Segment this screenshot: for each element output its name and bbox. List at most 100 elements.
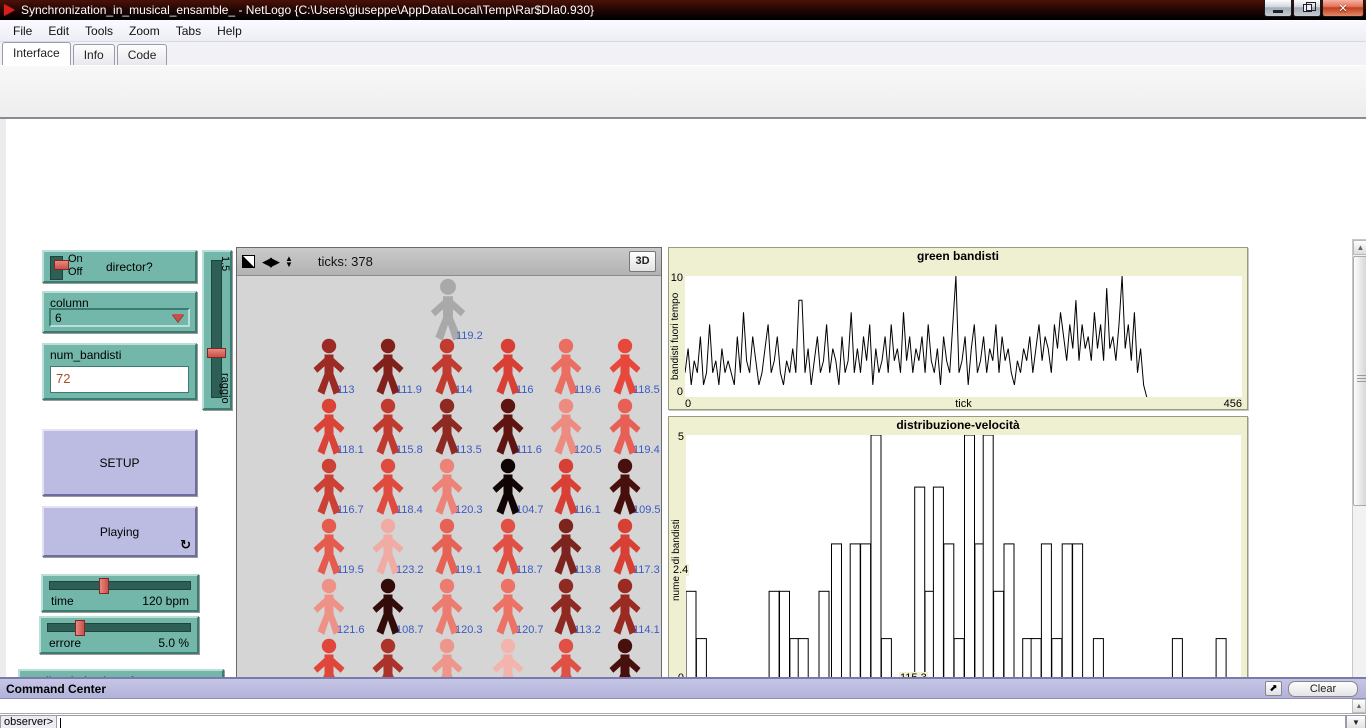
raggio-label: raggio — [219, 373, 231, 404]
person-tempo-label: 115.8 — [396, 444, 423, 456]
histogram-bar — [819, 591, 829, 686]
chooser-value: 6 — [55, 311, 62, 325]
ticks-counter: ticks: 378 — [318, 254, 373, 269]
command-input[interactable] — [57, 715, 1346, 728]
histogram-bar — [983, 435, 993, 686]
plot-title: distribuzione-velocità — [669, 418, 1247, 432]
playing-button[interactable]: Playing ↻ — [42, 506, 197, 557]
plot-distribuzione-velocita: distribuzione-velocità numero di bandist… — [668, 416, 1248, 705]
vertical-scrollbar[interactable]: ▲ ▼ — [1352, 239, 1366, 728]
switch-track[interactable] — [50, 256, 63, 280]
person-tempo-label: 113.2 — [574, 624, 601, 636]
person-tempo-label: 123.2 — [396, 564, 424, 576]
y-axis-label: bandisti fuori tempo — [670, 276, 681, 397]
switch-off-label: Off — [68, 266, 82, 278]
netlogo-app-icon — [4, 4, 15, 16]
menu-item-edit[interactable]: Edit — [41, 22, 76, 40]
raggio-slider[interactable]: 1.5 raggio — [202, 250, 232, 410]
command-center-header: Command Center ⬈ Clear — [0, 679, 1366, 699]
person-tempo-label: 117.3 — [633, 564, 660, 576]
thumb-grip — [1357, 375, 1366, 376]
line-series — [685, 276, 1242, 397]
person-tempo-label: 118.1 — [337, 444, 364, 456]
menu-item-help[interactable]: Help — [210, 22, 249, 40]
minimize-button[interactable] — [1264, 0, 1292, 17]
column-chooser[interactable]: column 6 — [42, 291, 197, 333]
errore-label: errore — [49, 636, 81, 650]
slider-knob[interactable] — [99, 578, 109, 594]
switch-name: director? — [106, 260, 153, 274]
slider-knob[interactable] — [207, 348, 226, 358]
histogram-bar — [832, 544, 842, 686]
histogram-bar — [1062, 544, 1072, 686]
switch-knob[interactable] — [54, 260, 69, 270]
menu-item-tools[interactable]: Tools — [78, 22, 120, 40]
histogram-bar — [686, 591, 696, 686]
time-label: time — [51, 594, 74, 608]
3d-button[interactable]: 3D — [629, 251, 656, 272]
errore-value: 5.0 % — [158, 636, 189, 650]
plot-area — [686, 435, 1241, 686]
histogram-bar — [933, 487, 943, 686]
resize-horizontal-icon[interactable]: ◀▶ — [262, 255, 278, 268]
close-button[interactable]: ✕ — [1322, 0, 1364, 17]
menu-bar: FileEditToolsZoomTabsHelp — [0, 20, 1366, 42]
menu-item-tabs[interactable]: Tabs — [169, 22, 208, 40]
x-axis-label: tick — [685, 398, 1242, 410]
scrollbar-thumb[interactable] — [1353, 256, 1366, 506]
annotation-y: 2.4 — [672, 564, 689, 576]
menu-item-file[interactable]: File — [6, 22, 39, 40]
command-input-row: observer> ▼ — [0, 715, 1366, 728]
world-canvas[interactable]: 119.2113111.9114116119.6118.5118.1115.81… — [237, 276, 661, 728]
person-tempo-label: 118.7 — [516, 564, 543, 576]
setup-button[interactable]: SETUP — [42, 429, 197, 496]
world-view-header: ◀▶ ▲▼ ticks: 378 3D — [237, 248, 661, 276]
command-output[interactable]: ▲ — [0, 699, 1366, 714]
person-tempo-label: 120.3 — [455, 504, 483, 516]
person-tempo-label: 120.5 — [574, 444, 602, 456]
person-tempo-label: 116.7 — [337, 504, 364, 516]
histogram-bar — [780, 591, 790, 686]
director-switch[interactable]: On Off director? — [42, 250, 197, 283]
resize-diagonal-icon[interactable] — [242, 255, 255, 268]
person-tempo-label: 118.5 — [633, 384, 660, 396]
num-bandisti-field[interactable]: 72 — [50, 366, 189, 393]
input-label: num_bandisti — [50, 348, 121, 362]
menu-item-zoom[interactable]: Zoom — [122, 22, 167, 40]
setup-label: SETUP — [99, 456, 139, 470]
histogram-bars — [686, 435, 1241, 686]
plot-area — [685, 276, 1242, 397]
person-tempo-label: 121.6 — [337, 624, 365, 636]
time-slider[interactable]: time 120 bpm — [41, 574, 199, 612]
y-tick-max: 5 — [671, 431, 684, 443]
person-tempo-label: 120.3 — [455, 624, 483, 636]
chooser-value-box[interactable]: 6 — [49, 308, 190, 327]
tab-info[interactable]: Info — [73, 44, 115, 65]
slider-knob[interactable] — [75, 620, 85, 636]
scroll-up-icon[interactable]: ▲ — [1352, 699, 1366, 713]
expand-icon[interactable]: ⬈ — [1265, 681, 1282, 696]
histogram-bar — [1004, 544, 1014, 686]
tab-bar: InterfaceInfoCode — [0, 42, 1366, 65]
slider-channel[interactable] — [49, 581, 191, 590]
title-bar: Synchronization_in_musical_ensamble_ - N… — [0, 0, 1366, 20]
errore-slider[interactable]: errore 5.0 % — [39, 616, 199, 654]
tab-code[interactable]: Code — [117, 44, 168, 65]
person-tempo-label: 109.5 — [633, 504, 661, 516]
resize-vertical-icon[interactable]: ▲▼ — [285, 256, 293, 268]
history-dropdown-icon[interactable]: ▼ — [1346, 715, 1366, 728]
person-tempo-label: 120.7 — [516, 624, 544, 636]
scroll-up-icon[interactable]: ▲ — [1353, 240, 1366, 255]
person-tempo-label: 113 — [337, 384, 355, 396]
slider-channel[interactable] — [47, 623, 191, 632]
histogram-bar — [861, 544, 871, 686]
restore-button[interactable] — [1293, 0, 1321, 17]
clear-button[interactable]: Clear — [1288, 681, 1358, 697]
tab-interface[interactable]: Interface — [2, 42, 71, 65]
num-bandisti-input-widget[interactable]: num_bandisti 72 — [42, 343, 197, 400]
minimize-icon — [1273, 10, 1283, 13]
person-tempo-label: 116 — [516, 384, 534, 396]
world-view: ◀▶ ▲▼ ticks: 378 3D 119.2113111.91141161… — [236, 247, 662, 728]
raggio-value: 1.5 — [219, 256, 231, 271]
y-tick-min: 0 — [670, 386, 683, 398]
